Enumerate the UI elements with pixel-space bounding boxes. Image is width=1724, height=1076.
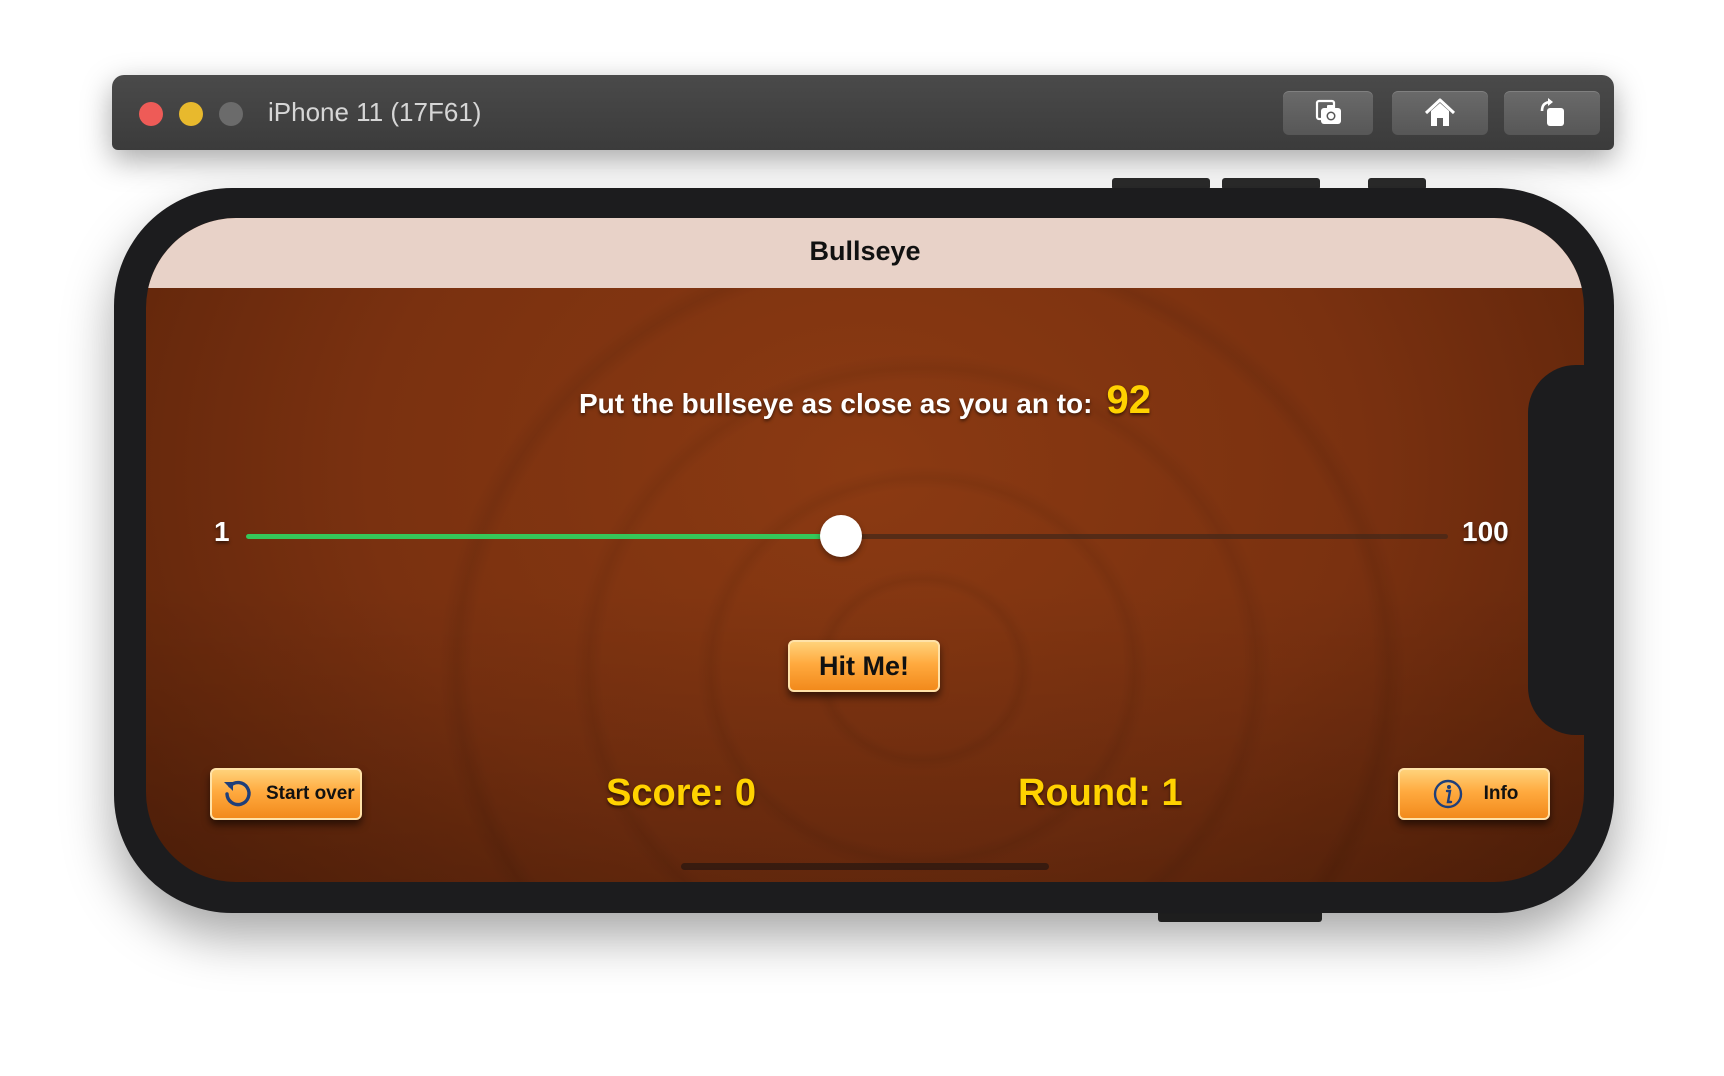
- window-title: iPhone 11 (17F61): [268, 97, 482, 127]
- hit-me-label: Hit Me!: [819, 650, 909, 681]
- info-icon: [1430, 776, 1466, 812]
- zoom-window-button[interactable]: [219, 102, 243, 126]
- iphone-device: Bullseye Put the bullseye as close as yo…: [114, 188, 1614, 913]
- minimize-window-button[interactable]: [179, 102, 203, 126]
- start-over-label: Start over: [266, 783, 355, 804]
- restart-icon: [220, 776, 256, 812]
- info-button[interactable]: Info: [1398, 768, 1550, 820]
- start-over-button[interactable]: Start over: [210, 768, 362, 820]
- device-notch: [1528, 365, 1598, 735]
- score-label: Score: 0: [606, 772, 756, 814]
- slider-min-label: 1: [214, 516, 230, 547]
- home-icon: [1424, 98, 1456, 126]
- slider-max-label: 100: [1462, 516, 1509, 547]
- close-window-button[interactable]: [139, 102, 163, 126]
- slider-thumb[interactable]: [819, 515, 862, 557]
- target-value-label: 92: [1106, 378, 1152, 422]
- screenshot-button[interactable]: [1283, 91, 1373, 135]
- hit-me-button[interactable]: Hit Me!: [788, 640, 940, 692]
- round-label: Round: 1: [1018, 772, 1183, 814]
- bullseye-slider[interactable]: [246, 515, 1448, 557]
- slider-fill: [246, 534, 841, 539]
- target-row: Put the bullseye as close as you an to: …: [146, 378, 1584, 423]
- home-button[interactable]: [1392, 91, 1488, 135]
- rotate-icon: [1540, 98, 1564, 126]
- info-label: Info: [1483, 783, 1519, 804]
- rotate-button[interactable]: [1504, 91, 1600, 135]
- app-screen: Bullseye Put the bullseye as close as yo…: [146, 218, 1584, 882]
- game-view: Put the bullseye as close as you an to: …: [146, 218, 1584, 882]
- simulator-titlebar: iPhone 11 (17F61): [112, 75, 1614, 150]
- camera-icon: [1315, 99, 1341, 124]
- target-instruction-label: Put the bullseye as close as you an to:: [579, 388, 1093, 419]
